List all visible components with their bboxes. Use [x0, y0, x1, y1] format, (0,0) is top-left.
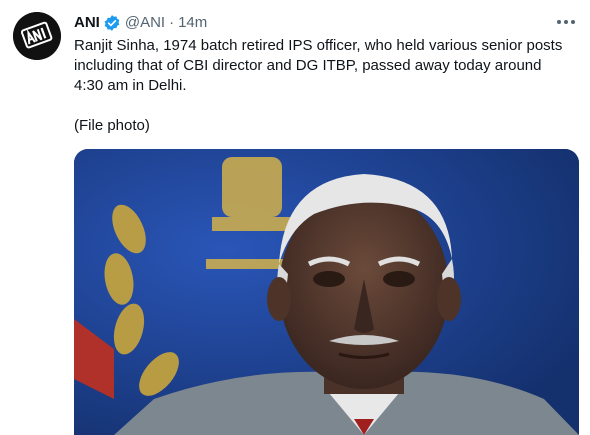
tweet-text-caption: (File photo) — [74, 117, 150, 134]
ani-logo-icon — [13, 12, 61, 60]
verified-badge-icon — [103, 14, 121, 32]
tweet-timestamp[interactable]: 14m — [178, 13, 207, 33]
separator-dot: · — [169, 14, 175, 31]
avatar[interactable] — [13, 12, 61, 60]
user-handle[interactable]: @ANI — [125, 13, 165, 33]
tweet-media-photo[interactable] — [74, 149, 579, 435]
tweet-text-body: Ranjit Sinha, 1974 batch retired IPS off… — [74, 37, 563, 94]
tweet-text: Ranjit Sinha, 1974 batch retired IPS off… — [74, 36, 574, 136]
tweet-card[interactable]: ANI @ANI · 14m Ranjit Sinha, 1974 batch … — [0, 0, 590, 435]
photo-of-man-icon — [74, 149, 579, 435]
tweet-header: ANI @ANI · 14m — [74, 13, 207, 33]
display-name[interactable]: ANI — [74, 13, 100, 33]
more-options-icon[interactable] — [554, 12, 578, 32]
